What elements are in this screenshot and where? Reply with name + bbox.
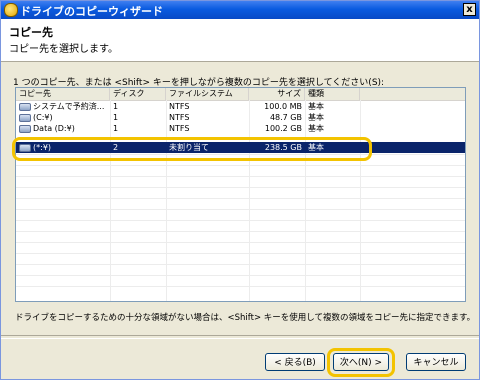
cell-filesystem: NTFS [169,102,190,111]
window-title: ドライブのコピーウィザード [20,5,163,18]
row-gridline [16,165,465,166]
column-header-disk[interactable]: ディスク [110,88,166,100]
cell-filesystem: NTFS [169,113,190,122]
row-gridline [16,242,465,243]
page-subtitle: コピー先を選択します。 [9,44,118,55]
column-header-filesystem[interactable]: ファイルシステム [166,88,249,100]
cell-type: 基本 [308,124,324,133]
column-header-destination[interactable]: コピー先 [16,88,110,100]
cell-size: 100.0 MB [264,102,302,111]
cell-type: 基本 [308,102,324,111]
cell-disk: 1 [113,124,119,133]
destination-list[interactable]: コピー先 ディスク ファイルシステム サイズ 種類 システムで予約済... 1 … [15,87,466,302]
row-gridline [16,198,465,199]
cell-size: 100.2 GB [264,124,302,133]
row-gridline [16,253,465,254]
row-gridline [16,187,465,188]
list-item-system-reserved[interactable]: システムで予約済... 1 NTFS 100.0 MB 基本 [16,101,465,112]
wizard-window: ドライブのコピーウィザード x コピー先 コピー先を選択します。 1 つのコピー… [0,0,480,380]
list-item-drive-d[interactable]: Data (D:¥) 1 NTFS 100.2 GB 基本 [16,123,465,134]
hint-text: ドライブをコピーするための十分な領域がない場合は、<Shift> キーを使用して… [15,313,476,323]
cell-filesystem: NTFS [169,124,190,133]
list-item-drive-c[interactable]: (C:¥) 1 NTFS 48.7 GB 基本 [16,112,465,123]
row-gridline [16,264,465,265]
next-button-highlight [327,348,395,377]
separator [1,335,479,339]
row-gridline [16,209,465,210]
cell-size: 48.7 GB [269,113,302,122]
cell-destination: システムで予約済... [33,102,105,111]
close-icon: x [466,4,473,15]
selection-highlight [12,137,372,161]
cell-type: 基本 [308,113,324,122]
wizard-header: コピー先 コピー先を選択します。 [1,19,479,62]
row-gridline [16,176,465,177]
drive-icon [19,124,31,133]
row-gridline [16,286,465,287]
column-header-type[interactable]: 種類 [305,88,360,100]
cancel-button[interactable]: キャンセル [406,353,466,371]
cell-disk: 1 [113,113,119,122]
cell-destination: Data (D:¥) [33,124,75,133]
drive-icon [19,113,31,122]
column-header-size[interactable]: サイズ [249,88,305,100]
page-title: コピー先 [9,26,53,39]
title-bar[interactable]: ドライブのコピーウィザード x [1,1,479,19]
row-gridline [16,275,465,276]
back-button[interactable]: < 戻る(B) [265,353,325,371]
close-button[interactable]: x [463,3,476,16]
cell-destination: (C:¥) [33,113,53,122]
cell-disk: 1 [113,102,119,111]
row-gridline [16,231,465,232]
row-gridline [16,220,465,221]
app-icon [4,3,18,17]
drive-icon [19,102,31,111]
list-header: コピー先 ディスク ファイルシステム サイズ 種類 [16,88,465,101]
